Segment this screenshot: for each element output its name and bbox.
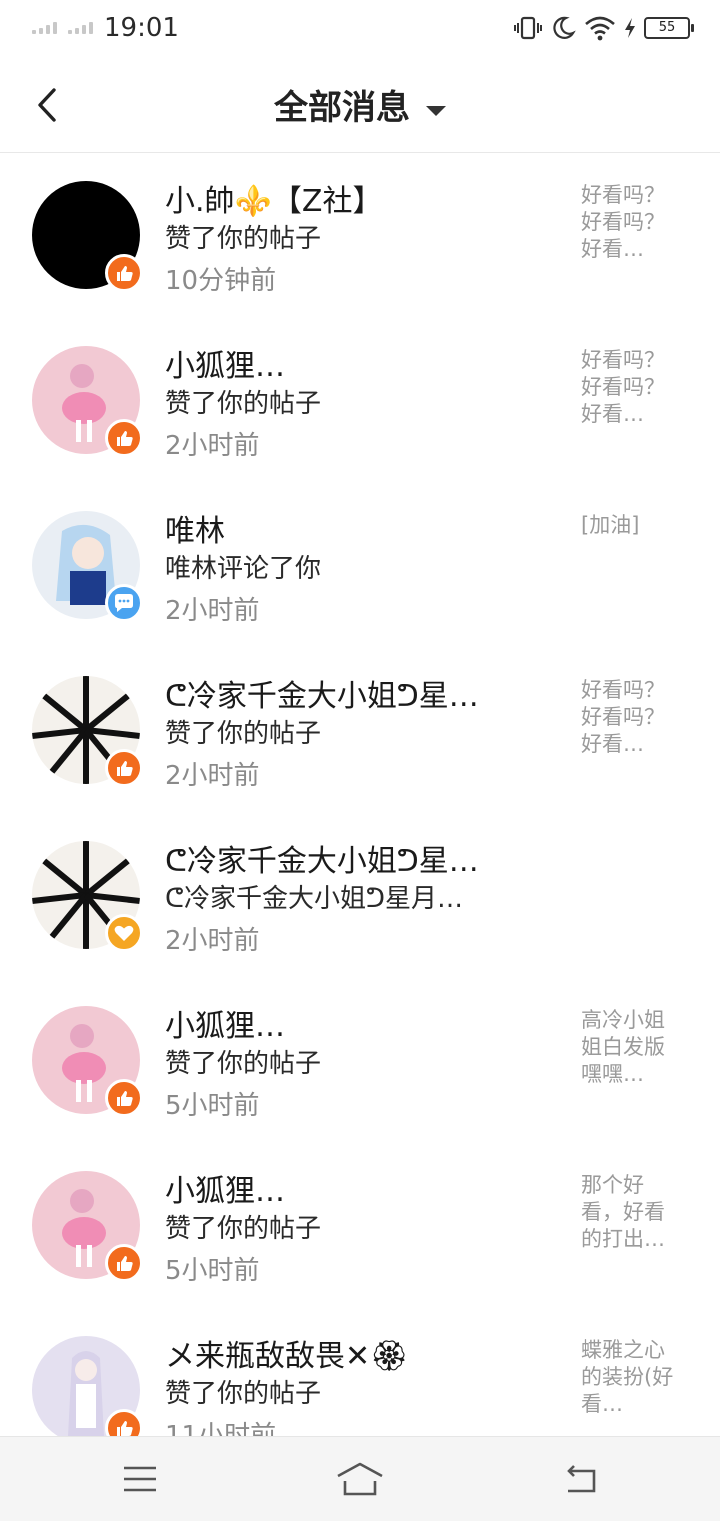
message-action: 赞了你的帖子 xyxy=(165,389,322,419)
system-nav-bar xyxy=(0,1436,720,1521)
message-action: 赞了你的帖子 xyxy=(165,224,322,254)
post-snippet: 好看吗？好看吗？好看… xyxy=(581,183,665,261)
message-time: 10分钟前 xyxy=(165,266,277,296)
post-snippet: 好看吗？好看吗？好看… xyxy=(581,348,665,426)
wifi-icon xyxy=(585,16,615,41)
heart-badge-icon xyxy=(105,914,143,952)
nav-back-button[interactable] xyxy=(550,1457,610,1501)
vibrate-icon xyxy=(514,16,542,40)
charging-icon xyxy=(625,18,635,38)
page-title: 全部消息 xyxy=(274,88,410,128)
sender-name: ᕦ冷家千金大小姐ᕤ星… xyxy=(165,679,479,714)
message-item[interactable]: ᕦ冷家千金大小姐ᕤ星… 赞了你的帖子 2小时前 好看吗？好看吗？好看… xyxy=(0,647,720,812)
message-time: 2小时前 xyxy=(165,596,260,626)
signal-icon xyxy=(32,22,57,34)
battery-icon: 55 xyxy=(644,17,694,39)
nav-home-button[interactable] xyxy=(330,1457,390,1501)
message-list: 小.帥⚜️【Z社】 赞了你的帖子 10分钟前 好看吗？好看吗？好看… 小狐狸… … xyxy=(0,152,720,1436)
nav-menu-button[interactable] xyxy=(110,1457,170,1501)
sender-name: メ来瓶敌敌畏✕🏵 xyxy=(165,1339,409,1374)
battery-level: 55 xyxy=(658,20,676,35)
message-action: 赞了你的帖子 xyxy=(165,719,322,749)
return-icon xyxy=(567,1465,596,1493)
message-time: 5小时前 xyxy=(165,1091,260,1121)
home-icon xyxy=(337,1462,383,1496)
status-time: 19:01 xyxy=(104,13,179,43)
post-snippet: 蝶雅之心的装扮(好看… xyxy=(581,1338,674,1416)
message-time: 5小时前 xyxy=(165,1256,260,1286)
sender-name: 小狐狸… xyxy=(165,1174,285,1209)
sender-name: ᕦ冷家千金大小姐ᕤ星… xyxy=(165,844,479,879)
message-filter-dropdown[interactable]: 全部消息 xyxy=(0,80,720,129)
like-badge-icon xyxy=(105,1079,143,1117)
sender-name: 唯林 xyxy=(165,514,225,549)
message-action: 唯林评论了你 xyxy=(165,554,322,584)
message-time: 11小时前 xyxy=(165,1421,277,1436)
message-item[interactable]: ᕦ冷家千金大小姐ᕤ星… ᕦ冷家千金大小姐ᕤ星月… 2小时前 xyxy=(0,812,720,977)
message-item[interactable]: 唯林 唯林评论了你 2小时前 [加油] xyxy=(0,482,720,647)
post-snippet: [加油] xyxy=(581,513,640,537)
message-item[interactable]: 小狐狸… 赞了你的帖子 5小时前 高冷小姐姐白发版嘿嘿… xyxy=(0,977,720,1142)
like-badge-icon xyxy=(105,254,143,292)
message-item[interactable]: 小狐狸… 赞了你的帖子 2小时前 好看吗？好看吗？好看… xyxy=(0,317,720,482)
message-item[interactable]: 小狐狸… 赞了你的帖子 5小时前 那个好看，好看的打出… xyxy=(0,1142,720,1307)
comment-badge-icon xyxy=(105,584,143,622)
message-action: 赞了你的帖子 xyxy=(165,1379,322,1409)
message-item[interactable]: 小.帥⚜️【Z社】 赞了你的帖子 10分钟前 好看吗？好看吗？好看… xyxy=(0,152,720,317)
sender-name: 小.帥⚜️【Z社】 xyxy=(165,184,383,219)
moon-icon xyxy=(553,16,576,39)
sender-name: 小狐狸… xyxy=(165,1009,285,1044)
post-snippet: 高冷小姐姐白发版嘿嘿… xyxy=(581,1008,665,1086)
like-badge-icon xyxy=(105,1244,143,1282)
message-time: 2小时前 xyxy=(165,761,260,791)
post-snippet: 那个好看，好看的打出… xyxy=(581,1173,665,1251)
sender-name: 小狐狸… xyxy=(165,349,285,384)
status-bar: 19:01 55 xyxy=(0,0,720,58)
message-action: 赞了你的帖子 xyxy=(165,1214,322,1244)
post-snippet: 好看吗？好看吗？好看… xyxy=(581,678,665,756)
header: 全部消息 xyxy=(0,58,720,153)
message-item[interactable]: メ来瓶敌敌畏✕🏵 赞了你的帖子 11小时前 蝶雅之心的装扮(好看… xyxy=(0,1307,720,1436)
like-badge-icon xyxy=(105,749,143,787)
signal-icon xyxy=(68,22,93,34)
message-time: 2小时前 xyxy=(165,926,260,956)
message-time: 2小时前 xyxy=(165,431,260,461)
message-action: ᕦ冷家千金大小姐ᕤ星月… xyxy=(165,884,463,914)
like-badge-icon xyxy=(105,419,143,457)
message-action: 赞了你的帖子 xyxy=(165,1049,322,1079)
like-badge-icon xyxy=(105,1409,143,1436)
caret-down-icon xyxy=(426,105,446,116)
menu-icon xyxy=(124,1466,156,1492)
